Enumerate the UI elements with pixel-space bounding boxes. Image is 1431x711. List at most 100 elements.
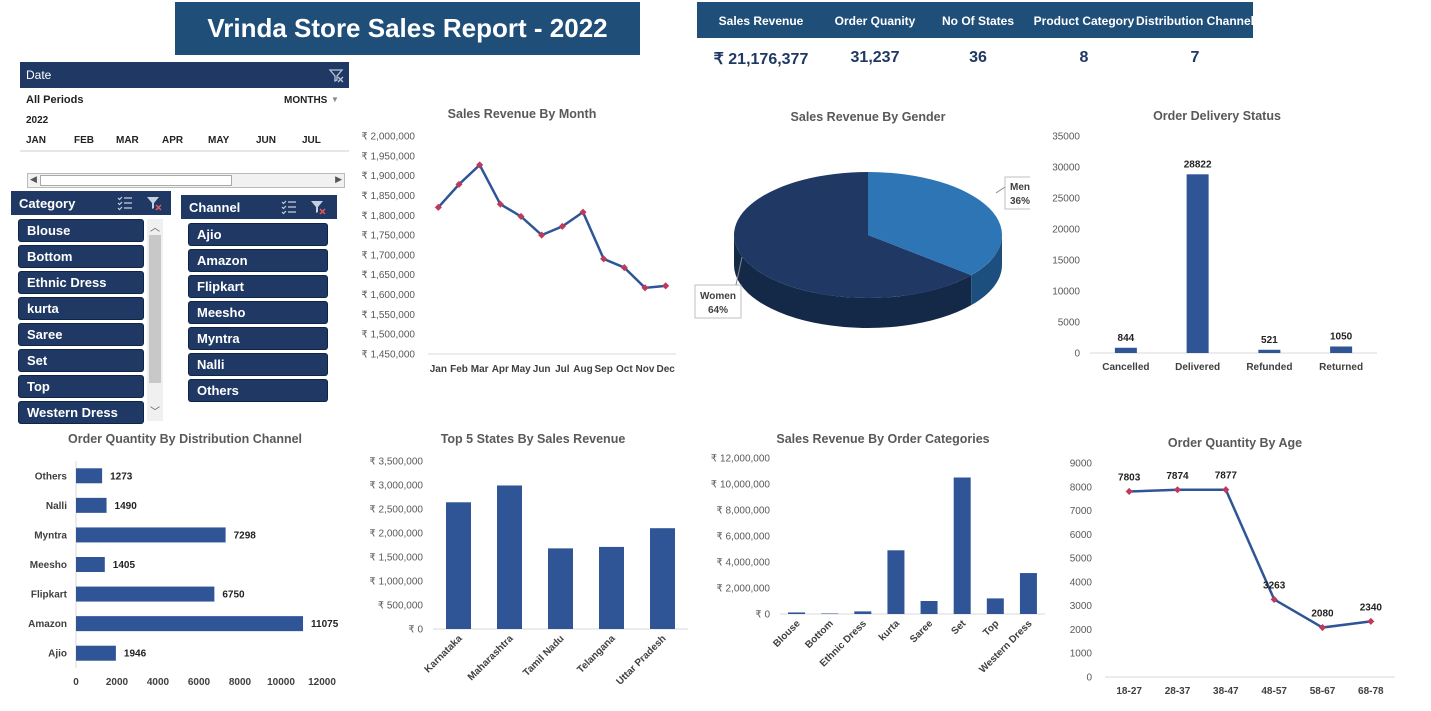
channel-slicer[interactable]: Channel Ajio Amazon Flipkart Meesho Myntra Na… bbox=[181, 195, 337, 405]
multi-select-icon[interactable] bbox=[281, 199, 297, 215]
x-tick-label: Jul bbox=[555, 364, 570, 375]
bar bbox=[76, 557, 105, 572]
date-timeline-slicer[interactable]: Date All Periods MONTHS ▼ 2022 JAN FEB MAR… bbox=[20, 62, 349, 190]
y-tick-label: ₹ 2,000,000 bbox=[369, 529, 423, 540]
y-tick-label: ₹ 2,000,000 bbox=[716, 584, 770, 595]
y-tick-label: ₹ 1,800,000 bbox=[361, 211, 415, 222]
category-slicer[interactable]: Category Blouse Bottom Ethnic Dress kurta Sa… bbox=[11, 191, 171, 423]
timeline-month-jan[interactable]: JAN bbox=[26, 135, 46, 146]
kpi-label-channel: Distribution Channel bbox=[1136, 14, 1254, 28]
bar bbox=[76, 645, 116, 661]
data-label: 1050 bbox=[1330, 331, 1353, 342]
category-scrollbar[interactable]: ︿ ﹀ bbox=[147, 219, 163, 421]
x-tick-label: 4000 bbox=[147, 677, 170, 688]
timeline-level-dropdown[interactable]: MONTHS bbox=[284, 95, 327, 106]
timeline-period-label: All Periods bbox=[26, 94, 84, 106]
x-tick-label: 6000 bbox=[188, 677, 211, 688]
category-item-blouse[interactable]: Blouse bbox=[19, 220, 143, 241]
channel-item-others[interactable]: Others bbox=[189, 380, 327, 401]
y-tick-label: Others bbox=[35, 471, 68, 482]
timeline-month-apr[interactable]: APR bbox=[162, 135, 183, 146]
y-tick-label: ₹ 1,850,000 bbox=[361, 191, 415, 202]
y-tick-label: ₹ 3,000,000 bbox=[369, 481, 423, 492]
x-tick-label: Refunded bbox=[1246, 362, 1292, 373]
y-tick-label: 10000 bbox=[1052, 287, 1080, 298]
data-label: 7803 bbox=[1118, 472, 1141, 483]
category-item-western-dress[interactable]: Western Dress bbox=[19, 402, 143, 423]
timeline-month-jul[interactable]: JUL bbox=[302, 135, 321, 146]
kpi-label-states: No Of States bbox=[941, 14, 1015, 28]
x-tick-label: Dec bbox=[656, 364, 675, 375]
chart-title-channel: Order Quantity By Distribution Channel bbox=[67, 432, 303, 446]
timeline-track bbox=[20, 150, 349, 152]
clear-filter-icon[interactable] bbox=[146, 195, 162, 211]
bar bbox=[1114, 347, 1137, 353]
bar bbox=[446, 502, 471, 629]
x-tick-label: May bbox=[511, 364, 531, 375]
x-tick-label: Telangana bbox=[575, 633, 618, 676]
timeline-month-mar[interactable]: MAR bbox=[116, 135, 139, 146]
y-tick-label: 20000 bbox=[1052, 225, 1080, 236]
x-tick-label: Returned bbox=[1319, 362, 1363, 373]
y-tick-label: ₹ 10,000,000 bbox=[711, 480, 771, 491]
data-label: 7874 bbox=[1166, 471, 1189, 482]
y-tick-label: ₹ 1,600,000 bbox=[361, 290, 415, 301]
category-scroll-thumb[interactable] bbox=[149, 235, 161, 383]
kpi-value-channel: 7 bbox=[1190, 49, 1200, 66]
timeline-month-jun[interactable]: JUN bbox=[256, 135, 276, 146]
y-tick-label: 30000 bbox=[1052, 163, 1080, 174]
chart-title-age: Order Quantity By Age bbox=[1167, 436, 1303, 450]
y-tick-label: 6000 bbox=[1070, 530, 1093, 541]
category-item-kurta[interactable]: kurta bbox=[19, 298, 143, 319]
category-item-ethnic-dress[interactable]: Ethnic Dress bbox=[19, 272, 143, 293]
channel-item-myntra[interactable]: Myntra bbox=[189, 328, 327, 349]
data-point bbox=[1125, 487, 1133, 495]
clear-filter-icon[interactable] bbox=[328, 67, 344, 83]
timeline-month-may[interactable]: MAY bbox=[208, 135, 229, 146]
channel-item-ajio[interactable]: Ajio bbox=[189, 224, 327, 245]
data-label: 2340 bbox=[1360, 602, 1383, 613]
scroll-right-icon[interactable]: ▶ bbox=[335, 174, 342, 185]
kpi-value-category: 8 bbox=[1079, 49, 1089, 66]
x-tick-label: Aug bbox=[573, 364, 592, 375]
y-tick-label: 15000 bbox=[1052, 256, 1080, 267]
report-title: Vrinda Store Sales Report - 2022 bbox=[175, 2, 640, 55]
y-tick-label: Ajio bbox=[48, 649, 67, 660]
bar bbox=[986, 598, 1004, 614]
x-tick-label: Delivered bbox=[1175, 362, 1220, 373]
y-tick-label: 8000 bbox=[1070, 482, 1093, 493]
category-item-bottom[interactable]: Bottom bbox=[19, 246, 143, 267]
channel-item-meesho[interactable]: Meesho bbox=[189, 302, 327, 323]
clear-filter-icon[interactable] bbox=[310, 199, 326, 215]
y-tick-label: 4000 bbox=[1070, 577, 1093, 588]
chevron-up-icon[interactable]: ︿ bbox=[150, 219, 160, 234]
kpi-value-quantity: 31,237 bbox=[850, 49, 900, 66]
category-item-set[interactable]: Set bbox=[19, 350, 143, 371]
chevron-down-icon[interactable]: ﹀ bbox=[150, 403, 160, 418]
x-tick-label: Sep bbox=[594, 364, 612, 375]
x-tick-label: Jan bbox=[430, 364, 447, 375]
y-tick-label: 9000 bbox=[1070, 459, 1093, 470]
chevron-down-icon[interactable]: ▼ bbox=[331, 95, 339, 104]
y-tick-label: ₹ 1,450,000 bbox=[361, 350, 415, 361]
timeline-scrollbar[interactable]: ◀ ▶ bbox=[27, 173, 345, 188]
bar bbox=[1258, 349, 1281, 353]
y-tick-label: 0 bbox=[1074, 349, 1080, 360]
bar bbox=[788, 612, 806, 614]
bar bbox=[1019, 573, 1037, 614]
series-line bbox=[437, 162, 666, 290]
data-label: 1405 bbox=[113, 560, 136, 571]
timeline-month-feb[interactable]: FEB bbox=[74, 135, 94, 146]
category-item-top[interactable]: Top bbox=[19, 376, 143, 397]
scroll-left-icon[interactable]: ◀ bbox=[30, 174, 37, 185]
y-tick-label: ₹ 3,500,000 bbox=[369, 457, 423, 468]
chart-title-delivery: Order Delivery Status bbox=[1153, 109, 1281, 123]
timeline-scroll-thumb[interactable] bbox=[40, 175, 232, 186]
channel-item-nalli[interactable]: Nalli bbox=[189, 354, 327, 375]
channel-item-flipkart[interactable]: Flipkart bbox=[189, 276, 327, 297]
channel-item-amazon[interactable]: Amazon bbox=[189, 250, 327, 271]
category-item-saree[interactable]: Saree bbox=[19, 324, 143, 345]
bar bbox=[920, 601, 938, 614]
y-tick-label: Flipkart bbox=[31, 590, 68, 601]
multi-select-icon[interactable] bbox=[117, 195, 133, 211]
